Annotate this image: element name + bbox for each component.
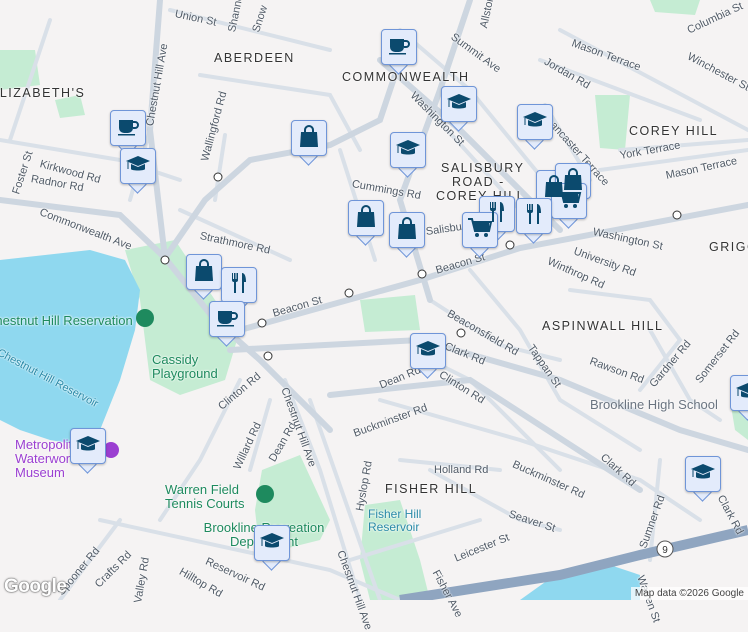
shopping-bag-marker[interactable] (291, 120, 327, 166)
restaurant-icon (226, 270, 252, 301)
map-attribution[interactable]: Map data ©2026 Google (630, 587, 748, 600)
graduation-cap-icon (75, 431, 101, 462)
place-cassidy-playground[interactable]: Cassidy Playground (152, 353, 222, 381)
marker-badge (221, 267, 257, 303)
shopping-bag-icon (191, 257, 217, 288)
graduation-cap-icon (125, 151, 151, 182)
marker-badge (551, 183, 587, 219)
restaurant-marker[interactable] (516, 198, 552, 244)
google-logo: Google (4, 576, 67, 597)
graduation-cap-marker[interactable] (390, 132, 426, 178)
graduation-cap-marker[interactable] (120, 148, 156, 194)
graduation-cap-marker[interactable] (685, 456, 721, 502)
graduation-cap-icon (446, 89, 472, 120)
park-pin-icon[interactable] (136, 309, 154, 327)
neighborhood-road: ROAD - (452, 175, 505, 189)
marker-badge (410, 333, 446, 369)
neighborhood-fisher-hill: FISHER HILL (385, 482, 478, 496)
shopping-cart-icon (467, 215, 493, 246)
graduation-cap-icon (735, 378, 748, 409)
marker-badge (441, 86, 477, 122)
shopping-cart-marker[interactable] (551, 183, 587, 229)
shopping-bag-marker[interactable] (348, 200, 384, 246)
graduation-cap-icon (259, 528, 285, 559)
graduation-cap-marker[interactable] (441, 86, 477, 132)
shopping-bag-icon (394, 215, 420, 246)
place-chestnut-hill-reservation[interactable]: Chestnut Hill Reservation (0, 314, 133, 328)
neighborhood-griggs: GRIGGS (709, 240, 748, 254)
graduation-cap-marker[interactable] (70, 428, 106, 474)
graduation-cap-marker[interactable] (730, 375, 748, 421)
shopping-bag-marker[interactable] (389, 212, 425, 258)
marker-badge (70, 428, 106, 464)
marker-badge (381, 29, 417, 65)
marker-badge (462, 212, 498, 248)
marker-badge (390, 132, 426, 168)
shopping-cart-icon (556, 186, 582, 217)
neighborhood-elizabeths: ELIZABETH'S (0, 86, 86, 100)
shopping-bag-icon (296, 123, 322, 154)
graduation-cap-marker[interactable] (410, 333, 446, 379)
graduation-cap-icon (415, 336, 441, 367)
coffee-icon (115, 113, 141, 144)
coffee-marker[interactable] (209, 301, 245, 347)
marker-badge (517, 104, 553, 140)
shopping-cart-marker[interactable] (462, 212, 498, 258)
neighborhood-corey-hill: COREY HILL (629, 124, 719, 138)
place-warren-field-tennis-courts[interactable]: Warren Field Tennis Courts (165, 483, 265, 511)
marker-badge (348, 200, 384, 236)
graduation-cap-icon (522, 107, 548, 138)
coffee-icon (214, 304, 240, 335)
place-brookline-high-school[interactable]: Brookline High School (590, 397, 718, 412)
place-fisher-hill-reservoir: Fisher Hill Reservoir (368, 507, 422, 534)
restaurant-icon (521, 201, 547, 232)
shopping-bag-icon (353, 203, 379, 234)
marker-badge (730, 375, 748, 411)
marker-badge (389, 212, 425, 248)
coffee-marker[interactable] (381, 29, 417, 75)
marker-badge (254, 525, 290, 561)
marker-badge (516, 198, 552, 234)
marker-badge (110, 110, 146, 146)
neighborhood-aberdeen: ABERDEEN (214, 51, 295, 65)
graduation-cap-icon (690, 459, 716, 490)
marker-badge (685, 456, 721, 492)
marker-badge (186, 254, 222, 290)
street-label: Holland Rd (434, 464, 489, 476)
neighborhood-aspinwall-hill: ASPINWALL HILL (542, 319, 664, 333)
neighborhood-salisbury: SALISBURY (441, 161, 525, 175)
graduation-cap-marker[interactable] (517, 104, 553, 150)
route-shield-label: 9 (662, 545, 668, 556)
coffee-icon (386, 32, 412, 63)
marker-badge (291, 120, 327, 156)
graduation-cap-icon (395, 135, 421, 166)
shopping-bag-marker[interactable] (186, 254, 222, 300)
graduation-cap-marker[interactable] (254, 525, 290, 571)
marker-badge (209, 301, 245, 337)
marker-badge (120, 148, 156, 184)
